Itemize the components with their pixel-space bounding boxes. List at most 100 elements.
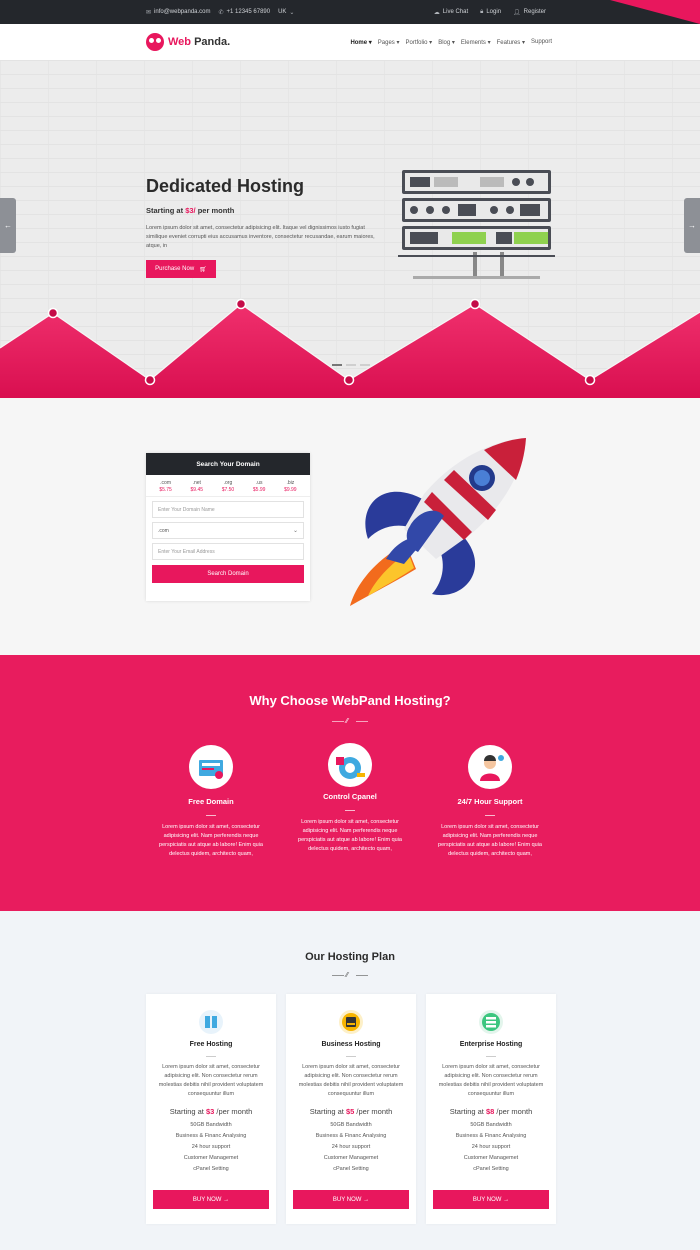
email-link[interactable]: ✉ info@webpanda.com — [146, 9, 211, 16]
buy-now-button[interactable]: BUY NOW → — [433, 1190, 549, 1209]
server-stack-icon — [479, 1010, 503, 1034]
buy-now-button[interactable]: BUY NOW → — [153, 1190, 269, 1209]
plan-name: Business Hosting — [321, 1041, 381, 1048]
panda-logo-icon — [146, 33, 164, 51]
plan-feature: cPanel Setting — [473, 1166, 509, 1172]
slider-prev-arrow[interactable]: ← — [0, 198, 16, 253]
plan-feature: 24 hour support — [471, 1144, 511, 1150]
nav-elements[interactable]: Elements ▾ — [461, 39, 491, 46]
plan-description: Lorem ipsum dolor sit amet, consectetur … — [158, 1064, 264, 1097]
purchase-now-button[interactable]: Purchase Now 🛒︎ — [146, 260, 216, 278]
feature-text: Lorem ipsum dolor sit amet, consectetur … — [159, 824, 263, 857]
why-choose-title: Why Choose WebPand Hosting? — [249, 693, 451, 708]
nav-support[interactable]: Support — [531, 39, 552, 45]
email-text: info@webpanda.com — [154, 9, 211, 15]
main-nav: Home ▾ Pages ▾ Portfolio ▾ Blog ▾ Elemen… — [350, 24, 552, 60]
feature-divider — [345, 810, 355, 811]
feature-control-cpanel: Control Cpanel Lorem ipsum dolor sit ame… — [291, 743, 409, 854]
server-rack-illustration — [398, 170, 555, 279]
slider-dot[interactable] — [346, 364, 356, 366]
plan-features: 50GB Bandwidth Business & Financ Analysi… — [426, 1120, 556, 1175]
plan-divider — [346, 1056, 356, 1057]
plan-feature: Customer Managemet — [323, 1155, 379, 1161]
nav-home[interactable]: Home ▾ — [350, 39, 371, 46]
slider-dot[interactable] — [360, 364, 370, 366]
email-address-input[interactable]: Enter Your Email Address — [152, 543, 304, 560]
nav-blog[interactable]: Blog ▾ — [438, 39, 455, 46]
nav-pages[interactable]: Pages ▾ — [378, 39, 400, 46]
logo[interactable]: Web Panda. — [146, 33, 230, 51]
logo-web: Web — [168, 36, 192, 48]
main-header: Web Panda. Home ▾ Pages ▾ Portfolio ▾ Bl… — [0, 24, 700, 60]
plan-feature: 24 hour support — [331, 1144, 371, 1150]
control-cpanel-icon — [328, 743, 372, 787]
plan-name: Enterprise Hosting — [459, 1041, 523, 1048]
lock-icon: 🔒︎ — [480, 8, 484, 15]
plan-card-free: Free Hosting Lorem ipsum dolor sit amet,… — [146, 994, 276, 1224]
slash-icon: ⁄⁄ — [346, 718, 349, 725]
storage-icon — [339, 1010, 363, 1034]
login-link[interactable]: 🔒︎ Login — [480, 9, 501, 16]
support-agent-icon — [468, 745, 512, 789]
rocket-illustration — [350, 438, 526, 606]
plans-title: Our Hosting Plan — [305, 951, 395, 963]
domain-name-input[interactable]: Enter Your Domain Name — [152, 501, 304, 518]
plan-feature: 50GB Bandwidth — [330, 1122, 372, 1128]
feature-text: Lorem ipsum dolor sit amet, consectetur … — [298, 819, 402, 852]
phone-icon: ✆ — [218, 9, 224, 16]
plan-feature: 50GB Bandwidth — [190, 1122, 232, 1128]
arrow-left-icon: ← — [4, 221, 12, 230]
domain-search-heading: Search Your Domain — [146, 453, 310, 475]
free-domain-icon — [189, 745, 233, 789]
plan-price: Starting at $3 /per month — [169, 1107, 253, 1116]
plan-feature: Business & Financ Analysing — [315, 1133, 387, 1139]
live-chat-text: Live Chat — [442, 9, 469, 15]
plan-feature: cPanel Setting — [193, 1166, 229, 1172]
hero-price-value: $3/ — [185, 206, 196, 215]
why-choose-section: Why Choose WebPand Hosting? ⁄⁄ Free Doma… — [0, 655, 700, 911]
top-bar-accent — [610, 0, 700, 24]
domain-search-box: Search Your Domain .com $5.75 .net $9.45 .… — [146, 453, 310, 601]
nav-portfolio[interactable]: Portfolio ▾ — [406, 39, 433, 46]
plan-name: Free Hosting — [189, 1041, 233, 1048]
plan-feature: cPanel Setting — [333, 1166, 369, 1172]
buy-now-button[interactable]: BUY NOW → — [293, 1190, 409, 1209]
tld-item: .net $9.45 — [190, 480, 204, 493]
live-chat-link[interactable]: ☁ Live Chat — [434, 9, 468, 16]
hero-title: Dedicated Hosting — [146, 176, 305, 196]
plan-price: Starting at $8 /per month — [449, 1107, 533, 1116]
plan-card-business: Business Hosting Lorem ipsum dolor sit a… — [286, 994, 416, 1224]
hero-price: Starting at $3/ per month — [146, 206, 235, 215]
slider-next-arrow[interactable]: → — [684, 198, 700, 253]
feature-text: Lorem ipsum dolor sit amet, consectetur … — [438, 824, 542, 857]
slash-icon: ⁄⁄ — [346, 972, 349, 979]
domain-search-section: Search Your Domain .com $5.75 .net $9.45 .… — [0, 398, 700, 655]
feature-title: Control Cpanel — [323, 792, 377, 801]
plan-feature: Business & Financ Analysing — [175, 1133, 247, 1139]
plan-feature: 50GB Bandwidth — [470, 1122, 512, 1128]
nav-features[interactable]: Features ▾ — [497, 39, 525, 46]
plan-feature: Business & Financ Analysing — [455, 1133, 527, 1139]
chevron-down-icon: ⌄ — [289, 9, 295, 16]
logo-panda: Panda. — [194, 36, 231, 48]
feature-divider — [206, 815, 216, 816]
phone-link[interactable]: ✆ +1 12345 67890 — [219, 9, 271, 16]
search-domain-button[interactable]: Search Domain — [152, 565, 304, 583]
section-divider: ⁄⁄ — [332, 718, 368, 726]
plan-card-enterprise: Enterprise Hosting Lorem ipsum dolor sit… — [426, 994, 556, 1224]
slider-dot[interactable] — [332, 364, 342, 366]
plan-description: Lorem ipsum dolor sit amet, consectetur … — [298, 1064, 404, 1097]
plan-divider — [206, 1056, 216, 1057]
register-link[interactable]: 👤︎ Register — [513, 9, 546, 16]
language-select[interactable]: UK ⌄ — [278, 9, 294, 16]
chat-icon: ☁ — [433, 9, 440, 16]
tld-select[interactable]: .com ⌄ — [152, 522, 304, 539]
plan-feature: Customer Managemet — [183, 1155, 239, 1161]
envelope-icon: ✉ — [146, 9, 152, 16]
feature-title: 24/7 Hour Support — [457, 797, 523, 806]
plan-description: Lorem ipsum dolor sit amet, consectetur … — [438, 1064, 544, 1097]
tld-item: .org $7.50 — [221, 480, 235, 493]
arrow-right-icon: → — [688, 221, 696, 230]
login-text: Login — [486, 9, 502, 15]
feature-support: 24/7 Hour Support Lorem ipsum dolor sit … — [431, 745, 549, 859]
